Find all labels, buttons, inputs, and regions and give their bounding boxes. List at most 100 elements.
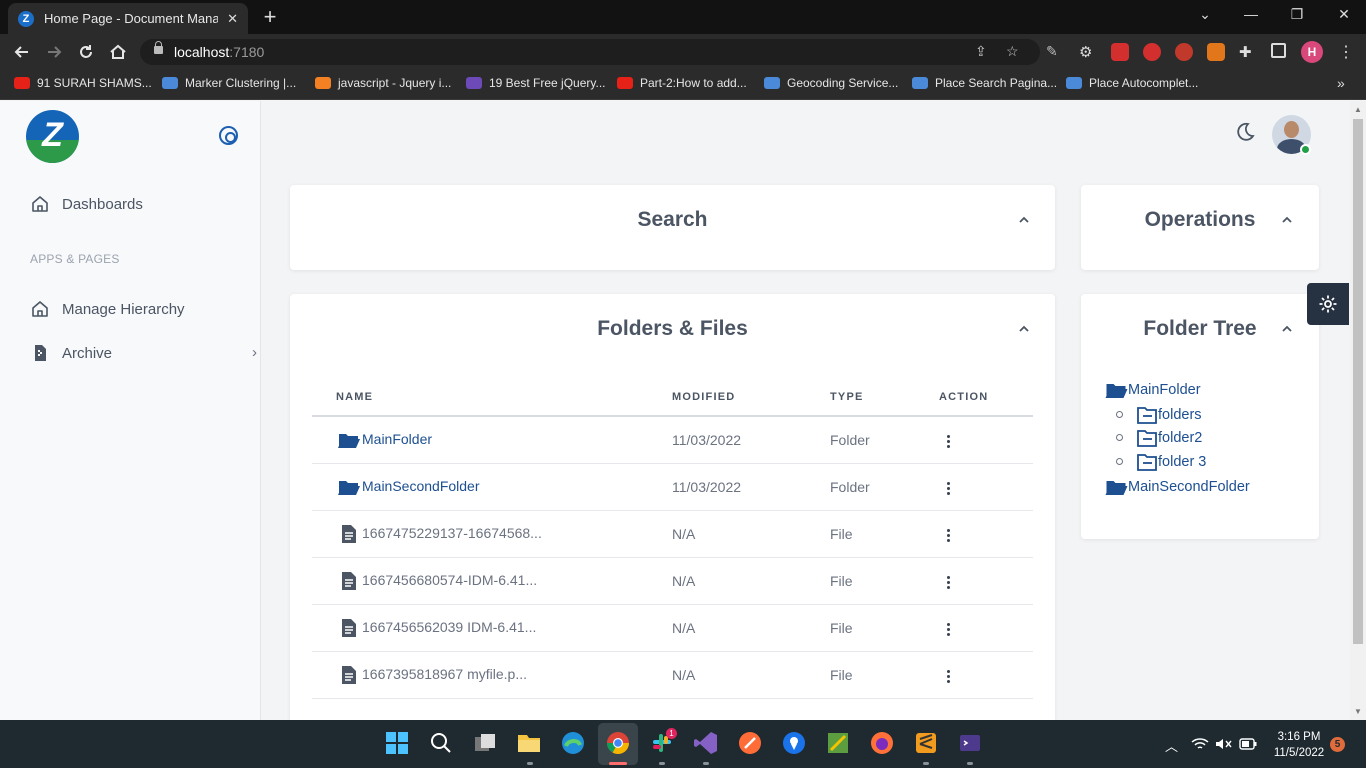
reload-button[interactable] xyxy=(75,41,97,63)
pen-extension-icon[interactable]: ✎ xyxy=(1046,43,1064,61)
search-icon[interactable] xyxy=(428,730,454,756)
tree-node-mainfolder[interactable]: MainFolder xyxy=(1105,381,1201,399)
table-row[interactable]: 1667395818967 myfile.p... N/A File xyxy=(312,652,1033,699)
file-name-link[interactable]: 1667456562039 IDM-6.41... xyxy=(362,619,536,635)
column-header-type[interactable]: TYPE xyxy=(830,391,864,403)
minimize-button[interactable]: — xyxy=(1241,6,1261,22)
snipping-tool-icon[interactable] xyxy=(825,730,851,756)
bookmark-item[interactable]: 19 Best Free jQuery... xyxy=(466,76,606,90)
table-row[interactable]: 1667456680574-IDM-6.41... N/A File xyxy=(312,558,1033,605)
tray-chevron-icon[interactable]: ︿ xyxy=(1165,736,1178,755)
blocker-extension-icon[interactable] xyxy=(1175,43,1193,61)
bookmark-item[interactable]: Place Autocomplet... xyxy=(1066,76,1198,90)
home-button[interactable] xyxy=(107,41,129,63)
chrome-browser-icon[interactable] xyxy=(605,730,631,756)
file-name-link[interactable]: 1667456680574-IDM-6.41... xyxy=(362,572,537,588)
tree-node-folders[interactable]: folders xyxy=(1137,406,1202,424)
profile-avatar[interactable]: H xyxy=(1301,41,1323,63)
app-running-indicator xyxy=(967,762,973,765)
scroll-down-arrow-icon[interactable]: ▼ xyxy=(1354,707,1362,716)
notification-count-badge[interactable]: 5 xyxy=(1330,737,1345,752)
new-tab-button[interactable]: + xyxy=(258,4,282,30)
bookmark-item[interactable]: Place Search Pagina... xyxy=(912,76,1057,90)
file-explorer-icon[interactable] xyxy=(516,730,542,756)
page-scrollbar[interactable]: ▲ ▼ xyxy=(1350,101,1366,720)
windows-start-icon[interactable] xyxy=(384,730,410,756)
share-icon[interactable]: ⇪ xyxy=(975,43,987,60)
sidebar-collapse-toggle[interactable] xyxy=(219,126,238,145)
terminal-icon[interactable] xyxy=(957,730,983,756)
theme-customizer-button[interactable] xyxy=(1307,283,1349,325)
back-button[interactable] xyxy=(11,41,33,63)
forward-button[interactable] xyxy=(43,41,65,63)
file-name-link[interactable]: 1667395818967 myfile.p... xyxy=(362,666,527,682)
file-name-link[interactable]: MainFolder xyxy=(362,431,432,447)
tab-search-chevron-icon[interactable]: ⌄ xyxy=(1195,6,1215,23)
sidebar-item-archive[interactable]: Archive › xyxy=(30,341,257,365)
tree-node-folder-3[interactable]: folder 3 xyxy=(1137,453,1206,471)
row-actions-icon[interactable] xyxy=(947,529,951,543)
column-header-modified[interactable]: MODIFIED xyxy=(672,391,735,403)
sidebar-item-manage-hierarchy[interactable]: Manage Hierarchy xyxy=(30,297,185,321)
bookmark-item[interactable]: Marker Clustering |... xyxy=(162,76,296,90)
bookmark-item[interactable]: 91 SURAH SHAMS... xyxy=(14,76,152,90)
row-actions-icon[interactable] xyxy=(947,435,951,449)
row-actions-icon[interactable] xyxy=(947,623,951,637)
wifi-icon[interactable] xyxy=(1191,737,1209,751)
archive-icon xyxy=(35,345,46,361)
modified-date: 11/03/2022 xyxy=(672,432,742,448)
file-name-link[interactable]: 1667475229137-16674568... xyxy=(362,525,542,541)
moon-icon[interactable] xyxy=(1234,121,1256,143)
task-view-icon[interactable] xyxy=(472,730,498,756)
scrollbar-thumb[interactable] xyxy=(1353,119,1363,644)
gear-extension-icon[interactable]: ⚙ xyxy=(1079,43,1097,61)
chevron-up-icon[interactable] xyxy=(1280,215,1294,225)
chevron-up-icon[interactable] xyxy=(1017,324,1031,334)
bookmark-item[interactable]: Part-2:How to add... xyxy=(617,76,747,90)
row-actions-icon[interactable] xyxy=(947,670,951,684)
column-header-action[interactable]: ACTION xyxy=(939,391,988,403)
row-actions-icon[interactable] xyxy=(947,482,951,496)
sidebar: Z Dashboards APPS & PAGES Manage Hierarc… xyxy=(0,101,261,720)
scroll-up-arrow-icon[interactable]: ▲ xyxy=(1354,105,1362,114)
file-name-link[interactable]: MainSecondFolder xyxy=(362,478,480,494)
column-header-name[interactable]: NAME xyxy=(336,391,373,403)
edge-browser-icon[interactable] xyxy=(560,730,586,756)
browser-tab-active[interactable]: Z Home Page - Document Manage ✕ xyxy=(8,3,248,34)
tree-node-folder2[interactable]: folder2 xyxy=(1137,429,1202,447)
visual-studio-icon[interactable] xyxy=(693,730,719,756)
firefox-icon[interactable] xyxy=(869,730,895,756)
row-actions-icon[interactable] xyxy=(947,576,951,590)
tree-node-mainsecondfolder[interactable]: MainSecondFolder xyxy=(1105,478,1250,496)
table-row[interactable]: MainFolder 11/03/2022 Folder xyxy=(312,417,1033,464)
stop-extension-icon[interactable] xyxy=(1143,43,1161,61)
sublime-text-icon[interactable] xyxy=(913,730,939,756)
chevron-up-icon[interactable] xyxy=(1280,324,1294,334)
browser-menu-icon[interactable]: ⋮ xyxy=(1338,42,1354,62)
modified-date: N/A xyxy=(672,526,696,542)
bookmarks-overflow-icon[interactable]: » xyxy=(1337,75,1345,91)
side-panel-icon[interactable] xyxy=(1271,43,1286,58)
address-bar[interactable]: localhost:7180 ⇪ ☆ xyxy=(140,39,1040,65)
volume-muted-icon[interactable] xyxy=(1215,737,1233,751)
app-logo[interactable]: Z xyxy=(26,110,79,163)
extensions-puzzle-icon[interactable]: ✚ xyxy=(1239,43,1257,61)
chevron-up-icon[interactable] xyxy=(1017,215,1031,225)
slack-badge: 1 xyxy=(666,728,677,739)
table-row[interactable]: MainSecondFolder 11/03/2022 Folder xyxy=(312,464,1033,511)
postman-icon[interactable] xyxy=(737,730,763,756)
bookmark-item[interactable]: javascript - Jquery i... xyxy=(315,76,451,90)
tab-close-icon[interactable]: ✕ xyxy=(227,11,238,27)
bookmark-star-icon[interactable]: ☆ xyxy=(1006,43,1019,60)
bookmark-item[interactable]: Geocoding Service... xyxy=(764,76,898,90)
video-extension-icon[interactable] xyxy=(1111,43,1129,61)
table-row[interactable]: 1667456562039 IDM-6.41... N/A File xyxy=(312,605,1033,652)
metamask-extension-icon[interactable] xyxy=(1207,43,1225,61)
table-row[interactable]: 1667475229137-16674568... N/A File xyxy=(312,511,1033,558)
close-window-button[interactable]: ✕ xyxy=(1334,6,1354,23)
maps-pin-icon[interactable] xyxy=(781,730,807,756)
sidebar-item-dashboards[interactable]: Dashboards xyxy=(30,192,143,216)
system-clock[interactable]: 3:16 PM 11/5/2022 xyxy=(1270,729,1328,761)
battery-icon[interactable] xyxy=(1239,738,1257,750)
restore-button[interactable]: ❐ xyxy=(1287,6,1307,23)
